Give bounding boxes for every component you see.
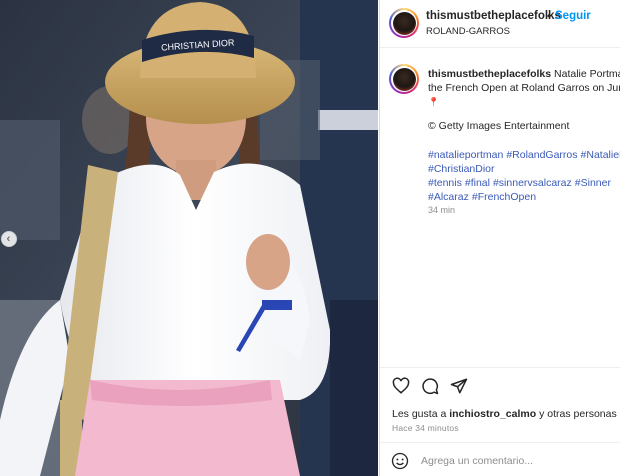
author-username[interactable]: thismustbetheplacefolks: [426, 10, 561, 22]
hashtag-row: #ChristianDior: [428, 162, 620, 176]
hashtag[interactable]: #RolandGarros: [506, 149, 577, 161]
hashtag[interactable]: #FrenchOpen: [472, 191, 536, 203]
hashtag[interactable]: #sinnervsalcaraz: [493, 177, 572, 189]
share-icon[interactable]: [450, 377, 468, 395]
post-side-panel: thismustbetheplacefolks • Seguir ROLAND-…: [379, 0, 620, 476]
chevron-left-icon: ‹: [6, 232, 11, 245]
hashtag[interactable]: #ChristianDior: [428, 163, 495, 175]
avatar[interactable]: [389, 8, 419, 38]
comment-input[interactable]: Agrega un comentario...: [421, 455, 533, 467]
location-link[interactable]: ROLAND-GARROS: [426, 26, 510, 37]
caption-text: thismustbetheplacefolks Natalie Portman …: [428, 67, 620, 109]
likes-suffix[interactable]: y otras personas: [536, 408, 617, 420]
liker-username[interactable]: inchiostro_calmo: [449, 408, 536, 420]
hashtag[interactable]: #natalieportman: [428, 149, 503, 161]
hashtag-row: #natalieportman#RolandGarros #NataliePort…: [428, 148, 620, 162]
photo-credit: © Getty Images Entertainment: [428, 120, 570, 132]
caption-line-2: the French Open at Roland Garros on June: [428, 82, 620, 94]
hashtag[interactable]: #final: [465, 177, 490, 189]
post-header: thismustbetheplacefolks • Seguir ROLAND-…: [380, 0, 620, 48]
hashtags: #natalieportman#RolandGarros #NataliePort…: [428, 148, 620, 204]
caption-avatar[interactable]: [389, 64, 419, 94]
hashtag[interactable]: #tennis: [428, 177, 462, 189]
caption-area: thismustbetheplacefolks Natalie Portman …: [380, 49, 620, 367]
emoji-icon[interactable]: [391, 452, 409, 470]
hashtag[interactable]: #NataliePortman: [581, 149, 620, 161]
photo-illustration: CHRISTIAN DIOR: [0, 0, 378, 476]
carousel-previous-button[interactable]: ‹: [1, 231, 17, 247]
likes-prefix: Les gusta a: [392, 408, 450, 420]
heart-icon[interactable]: [392, 377, 410, 395]
hashtag-row: #Alcaraz #FrenchOpen: [428, 190, 620, 204]
caption-timestamp: 34 min: [428, 205, 456, 215]
separator-dot: •: [547, 9, 552, 23]
post-timestamp: Hace 34 minutos: [392, 423, 459, 433]
action-icons: [392, 377, 468, 395]
post-actions: Les gusta a inchiostro_calmo y otras per…: [380, 367, 620, 476]
post-photo[interactable]: CHRISTIAN DIOR ‹: [0, 0, 378, 476]
likes-summary: Les gusta a inchiostro_calmo y otras per…: [392, 408, 617, 420]
comment-bar: Agrega un comentario...: [380, 442, 620, 476]
pin-icon: 📍: [428, 97, 440, 107]
hashtag-row: #tennis #final #sinnervsalcaraz #Sinner: [428, 176, 620, 190]
follow-button[interactable]: Seguir: [555, 10, 591, 22]
caption-username[interactable]: thismustbetheplacefolks: [428, 68, 551, 80]
hashtag[interactable]: #Sinner: [575, 177, 611, 189]
caption-line-1: Natalie Portman at: [554, 68, 620, 80]
hashtag[interactable]: #Alcaraz: [428, 191, 469, 203]
comment-icon[interactable]: [421, 377, 439, 395]
